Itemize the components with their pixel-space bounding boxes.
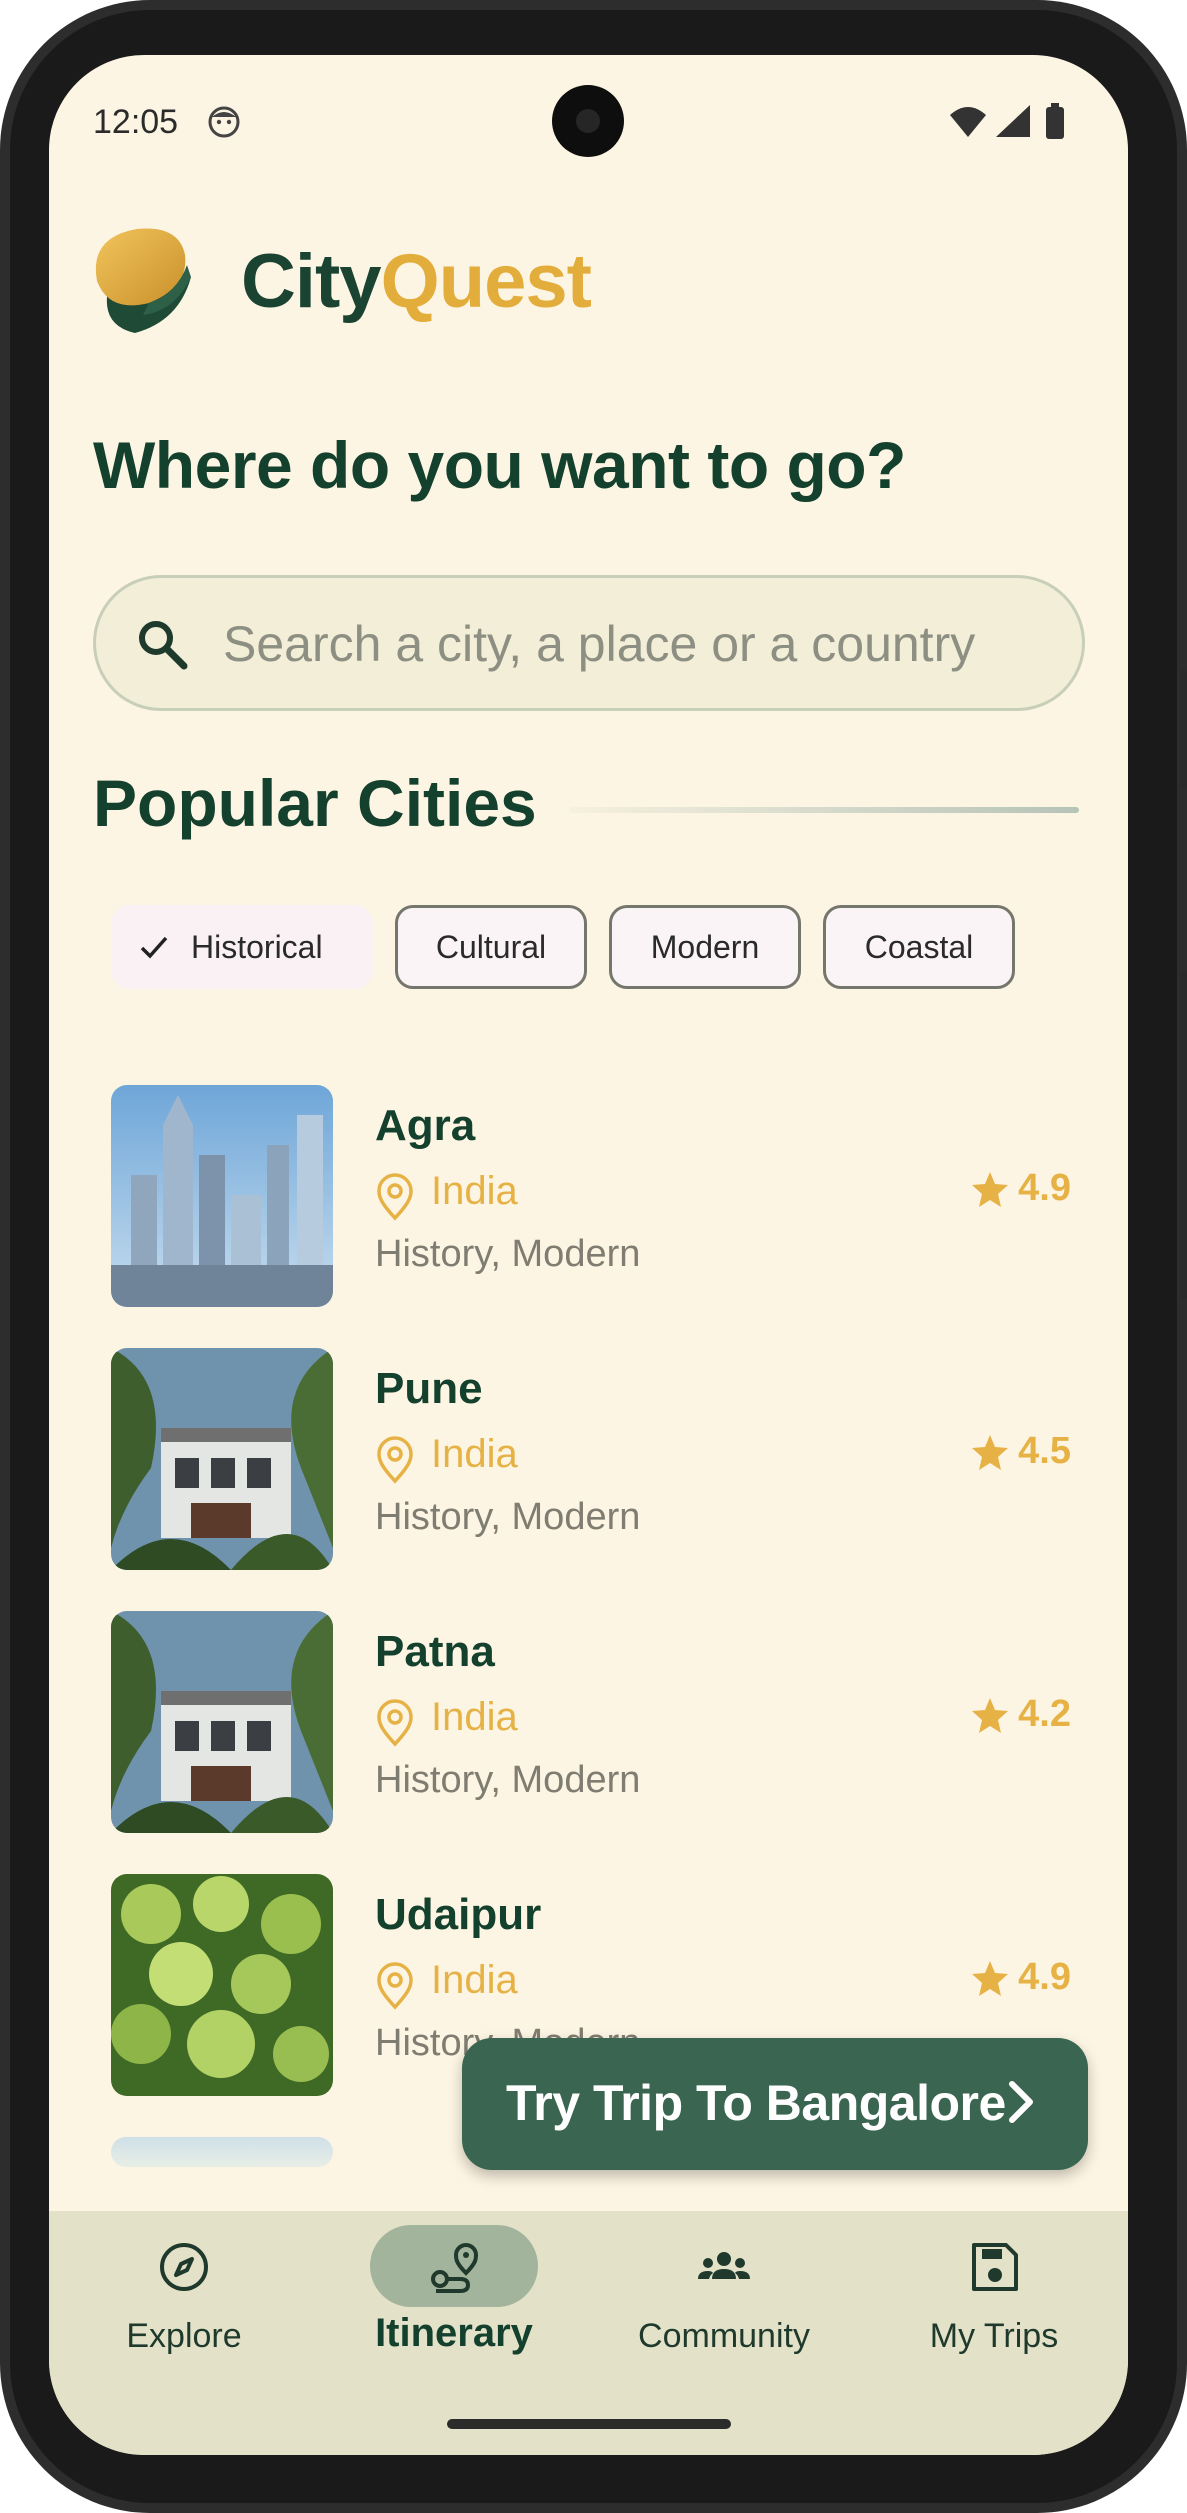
rating-value: 4.5 <box>1018 1430 1071 1472</box>
city-card[interactable]: Pune India History, Modern 4.5 <box>111 1348 1071 1572</box>
city-card[interactable]: Patna India History, Modern 4.2 <box>111 1611 1071 1835</box>
status-icons <box>950 103 1064 139</box>
camera-cutout <box>552 85 624 157</box>
search-bar[interactable] <box>93 575 1085 711</box>
home-indicator[interactable] <box>447 2419 731 2429</box>
rating-value: 4.9 <box>1018 1956 1071 1998</box>
city-image <box>111 2137 333 2167</box>
brand-part-city: City <box>241 239 382 324</box>
nav-label: Community <box>638 2317 810 2355</box>
phone-frame: 12:05 CityQuest Where do you want to go?… <box>0 0 1187 2513</box>
chip-label: Historical <box>191 928 323 965</box>
status-time: 12:05 <box>93 103 179 141</box>
chip-coastal[interactable]: Coastal <box>823 905 1015 989</box>
location-pin-icon <box>377 1962 413 2010</box>
star-icon <box>972 1960 1009 1996</box>
section-divider <box>569 807 1079 813</box>
city-image-villa <box>111 1348 333 1570</box>
page-headline: Where do you want to go? <box>93 428 906 502</box>
city-name: Udaipur <box>375 1890 542 1939</box>
city-name: Pune <box>375 1364 483 1413</box>
chip-label: Cultural <box>435 928 547 965</box>
check-icon <box>140 936 168 959</box>
city-country: India <box>431 1958 518 2002</box>
chip-label: Modern <box>650 928 760 965</box>
nav-item-explore[interactable]: Explore <box>49 2211 319 2391</box>
city-country: India <box>431 1432 518 1476</box>
city-tags: History, Modern <box>375 1759 641 1801</box>
app-screen: 12:05 CityQuest Where do you want to go?… <box>49 55 1128 2455</box>
location-pin-icon <box>377 1173 413 1221</box>
nav-label: My Trips <box>929 2317 1059 2355</box>
city-tags: History, Modern <box>375 1496 641 1538</box>
chip-label: Coastal <box>864 928 974 965</box>
status-bar: 12:05 <box>49 55 1128 185</box>
city-rating: 4.2 <box>970 1693 1071 1736</box>
volume-button <box>1180 670 1187 790</box>
nav-label: Itinerary <box>375 2311 533 2355</box>
groups-icon <box>698 2252 750 2279</box>
rating-value: 4.9 <box>1018 1167 1071 1209</box>
city-rating: 4.5 <box>970 1430 1071 1473</box>
route-icon <box>431 2243 479 2293</box>
save-icon <box>972 2243 1018 2291</box>
search-input[interactable] <box>221 608 1045 680</box>
city-name: Patna <box>375 1627 495 1676</box>
nav-item-itinerary[interactable]: Itinerary <box>319 2211 589 2391</box>
brand-part-quest: Quest <box>380 239 592 324</box>
chip-cultural[interactable]: Cultural <box>395 905 587 989</box>
search-icon <box>139 621 188 670</box>
try-trip-label: Try Trip To Bangalore <box>506 2075 1006 2131</box>
city-image-villa <box>111 1611 333 1833</box>
rating-value: 4.2 <box>1018 1693 1071 1735</box>
logo-icon <box>95 228 191 333</box>
section-title: Popular Cities <box>93 766 537 840</box>
compass-icon <box>160 2243 208 2291</box>
chevron-right-icon <box>1009 2081 1033 2123</box>
nav-label: Explore <box>126 2317 242 2355</box>
city-country: India <box>431 1695 518 1739</box>
city-rating: 4.9 <box>970 1167 1071 1210</box>
star-icon <box>972 1171 1009 1207</box>
star-icon <box>972 1697 1009 1733</box>
location-pin-icon <box>377 1699 413 1747</box>
power-button <box>1180 970 1187 1300</box>
city-card[interactable]: Agra India History, Modern 4.9 <box>111 1085 1071 1309</box>
city-image-skyline <box>111 1085 333 1307</box>
try-trip-button[interactable]: Try Trip To Bangalore <box>462 2038 1088 2170</box>
chip-modern[interactable]: Modern <box>609 905 801 989</box>
location-pin-icon <box>377 1436 413 1484</box>
city-name: Agra <box>375 1101 476 1150</box>
city-image-foliage <box>111 1874 333 2096</box>
chip-historical[interactable]: Historical <box>111 905 373 989</box>
city-rating: 4.9 <box>970 1956 1071 1999</box>
city-tags: History, Modern <box>375 1233 641 1275</box>
nav-item-my-trips[interactable]: My Trips <box>859 2211 1128 2391</box>
notification-icon <box>208 106 240 138</box>
city-country: India <box>431 1169 518 1213</box>
star-icon <box>972 1434 1009 1470</box>
nav-item-community[interactable]: Community <box>589 2211 859 2391</box>
brand-title: CityQuest <box>241 238 592 325</box>
